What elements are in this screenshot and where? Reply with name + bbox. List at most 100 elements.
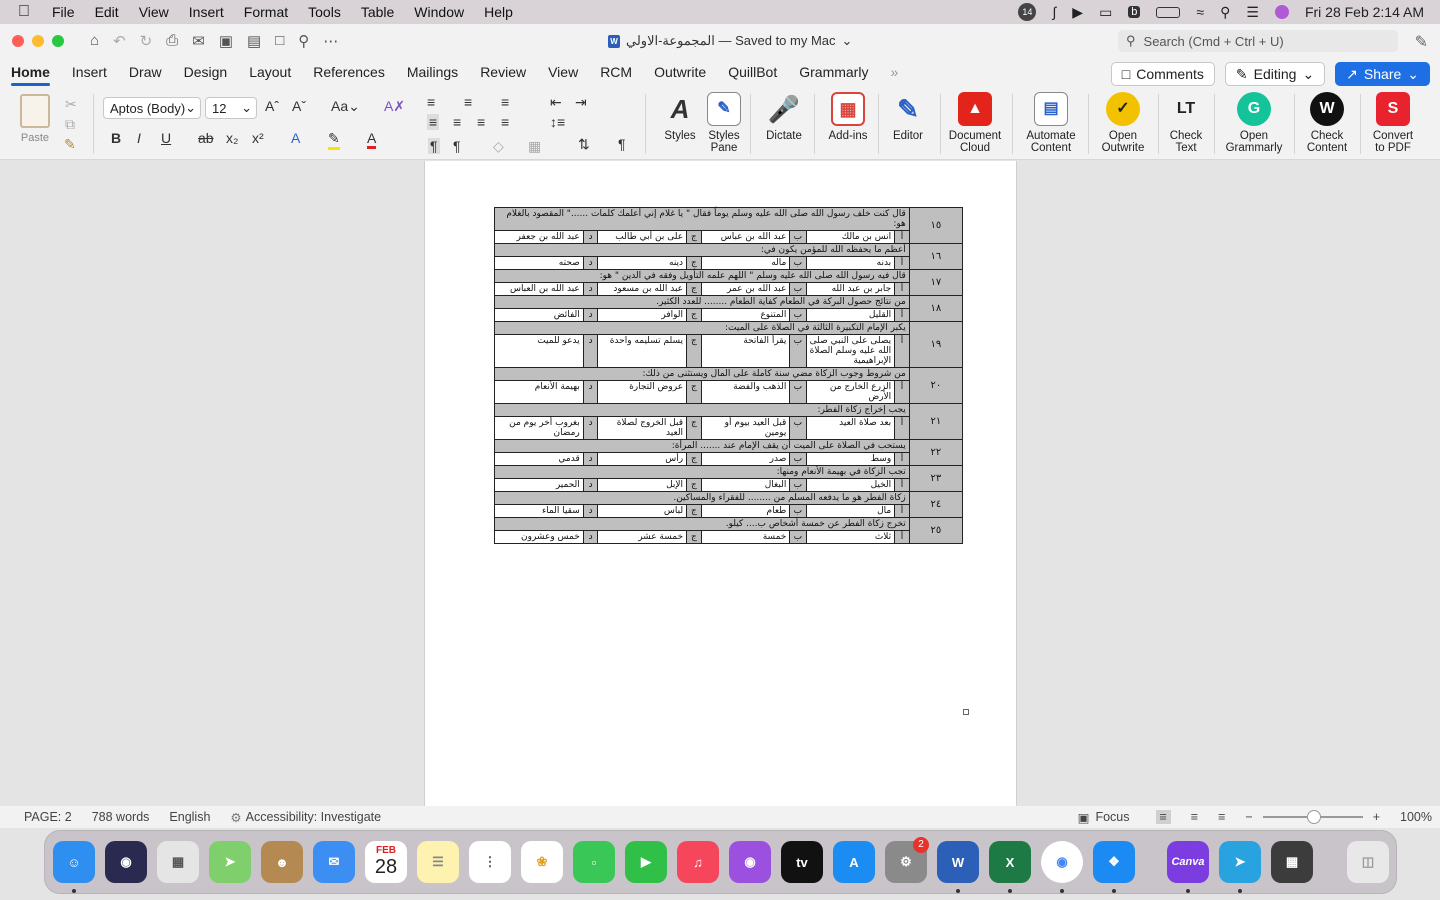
automate-content-button[interactable]: ▤ Automate Content [1022, 92, 1080, 154]
text-effects-icon[interactable]: A [291, 130, 300, 146]
zoom-slider[interactable] [1262, 810, 1363, 824]
strikethrough-button[interactable]: ab [198, 130, 214, 146]
styles-pane-button[interactable]: ✎ Styles Pane [702, 92, 746, 154]
calendar-icon[interactable]: FEB 28 [365, 841, 407, 883]
more-tabs-icon[interactable]: » [879, 58, 909, 88]
outline-view-icon[interactable]: ≡ [1191, 810, 1198, 824]
option-b[interactable]: عبد الله بن عباس [700, 230, 791, 244]
menu-help[interactable]: Help [484, 4, 513, 20]
question-number[interactable]: ١٧ [908, 269, 964, 296]
option-b[interactable]: قبل العيد بيوم أو يومين [700, 416, 791, 440]
option-d[interactable]: عبد الله بن العباس [494, 282, 584, 296]
option-c[interactable]: دينه [597, 256, 688, 270]
app-extra-icon[interactable]: b [1128, 6, 1141, 18]
menu-format[interactable]: Format [244, 4, 288, 20]
multilevel-list-icon[interactable]: ≡ [501, 94, 509, 110]
check-text-button[interactable]: LT Check Text [1164, 92, 1208, 155]
play-icon[interactable]: ▶ [1072, 4, 1083, 21]
redo-icon[interactable]: ↻ [140, 32, 153, 50]
tab-references[interactable]: References [302, 58, 396, 88]
word-app-icon[interactable]: W [937, 841, 979, 883]
option-a[interactable]: بدنه [805, 256, 896, 270]
tab-quillbot[interactable]: QuillBot [717, 58, 788, 88]
copy-icon[interactable]: ⧉ [65, 116, 75, 133]
question-number[interactable]: ٢٠ [908, 367, 964, 404]
zoom-window-button[interactable] [52, 35, 64, 47]
share-screen-icon[interactable]: ✎ [1415, 32, 1428, 52]
draft-view-icon[interactable]: ≡ [1218, 810, 1225, 824]
format-painter-icon[interactable]: ✎ [64, 136, 76, 153]
paste-button[interactable]: Paste [12, 94, 58, 144]
control-center-icon[interactable]: ☰ [1246, 4, 1259, 21]
chrome-icon[interactable]: ◉ [1041, 841, 1083, 883]
tab-rcm[interactable]: RCM [589, 58, 643, 88]
launchpad-icon[interactable]: ▦ [157, 841, 199, 883]
option-a[interactable]: بعد صلاة العيد [805, 416, 896, 440]
option-d[interactable]: بغروب أخر يوم من رمضان [494, 416, 584, 440]
telegram-icon[interactable]: ➤ [1219, 841, 1261, 883]
save-icon[interactable]: ▣ [219, 32, 233, 50]
undo-icon[interactable]: ↶ [113, 32, 126, 50]
tab-mailings[interactable]: Mailings [396, 58, 469, 88]
question-number[interactable]: ٢٣ [908, 465, 964, 492]
option-d[interactable]: يدعو للميت [494, 334, 584, 368]
option-c[interactable]: عروض التجارة [597, 380, 688, 404]
option-b[interactable]: طعام [700, 504, 791, 518]
shading-icon[interactable]: ◇ [493, 138, 504, 155]
menu-file[interactable]: File [52, 4, 75, 20]
battery-icon[interactable] [1156, 6, 1181, 18]
option-c[interactable]: يسلم تسليمه واحدة [597, 334, 688, 368]
increase-indent-icon[interactable]: ⇥ [575, 94, 587, 111]
option-a[interactable]: القليل [805, 308, 896, 322]
music-icon[interactable]: ♫ [677, 841, 719, 883]
bold-button[interactable]: B [111, 130, 121, 146]
change-case-icon[interactable]: Aa⌄ [331, 98, 360, 115]
show-formatting-icon[interactable]: ¶ [618, 136, 626, 152]
option-d[interactable]: صحته [494, 256, 584, 270]
question-text[interactable]: زكاة الفطر هو ما يدفعه المسلم من .......… [494, 491, 910, 505]
option-c[interactable]: عبد الله بن مسعود [597, 282, 688, 296]
question-text[interactable]: يكبر الإمام التكبيرة الثالثة في الصلاة ع… [494, 321, 910, 335]
clear-format-icon[interactable]: A✗ [384, 98, 405, 115]
document-title[interactable]: W المجموعة-الاولي — Saved to my Mac ⌄ [608, 33, 852, 49]
contacts-icon[interactable]: ☻ [261, 841, 303, 883]
option-a[interactable]: الزرع الخارج من الأرض [805, 380, 896, 404]
question-text[interactable]: من شروط وجوب الزكاة مضي سنة كاملة على ال… [494, 367, 910, 381]
option-c[interactable]: الوافر [597, 308, 688, 322]
template-icon[interactable]: ▤ [247, 32, 261, 50]
cut-icon[interactable]: ✂ [65, 96, 77, 113]
option-a[interactable]: ثلاث [805, 530, 896, 544]
accessibility-status[interactable]: Accessibility: Investigate [246, 810, 381, 824]
option-a[interactable]: الخيل [805, 478, 896, 492]
option-c[interactable]: خمسة عشر [597, 530, 688, 544]
option-d[interactable]: عبد الله بن جعفر [494, 230, 584, 244]
apple-tv-icon[interactable]: tv [781, 841, 823, 883]
option-b[interactable]: المتنوع [700, 308, 791, 322]
table-resize-handle[interactable] [963, 709, 969, 715]
wifi-icon[interactable]: ≈ [1196, 4, 1204, 20]
numbering-icon[interactable]: ≡ [464, 94, 472, 110]
option-d[interactable]: الحمير [494, 478, 584, 492]
borders-icon[interactable]: ▦ [528, 138, 541, 155]
tab-draw[interactable]: Draw [118, 58, 173, 88]
focus-button[interactable]: Focus [1095, 810, 1129, 824]
align-left-icon[interactable]: ≡ [427, 114, 440, 130]
maps-icon[interactable]: ➤ [209, 841, 251, 883]
zoom-in-icon[interactable]: + [1373, 810, 1380, 824]
siri-icon[interactable] [1274, 5, 1289, 19]
finder-icon[interactable]: ☺ [53, 841, 95, 883]
tab-view[interactable]: View [537, 58, 589, 88]
option-d[interactable]: قدمي [494, 452, 584, 466]
tab-grammarly[interactable]: Grammarly [788, 58, 879, 88]
underline-button[interactable]: U [161, 130, 171, 146]
spotlight-icon[interactable]: ⚲ [1220, 4, 1230, 21]
sort-icon[interactable]: ⇅ [578, 136, 590, 153]
tab-outwrite[interactable]: Outwrite [643, 58, 717, 88]
question-number[interactable]: ١٨ [908, 295, 964, 322]
question-text[interactable]: من نتائج حصول البركة في الطعام كفاية الط… [494, 295, 910, 309]
question-number[interactable]: ١٩ [908, 321, 964, 368]
superscript-button[interactable]: x² [252, 130, 264, 146]
safari-icon[interactable]: ❖ [1093, 841, 1135, 883]
open-grammarly-button[interactable]: G Open Grammarly [1222, 92, 1286, 154]
option-b[interactable]: الذهب والفضة [700, 380, 791, 404]
